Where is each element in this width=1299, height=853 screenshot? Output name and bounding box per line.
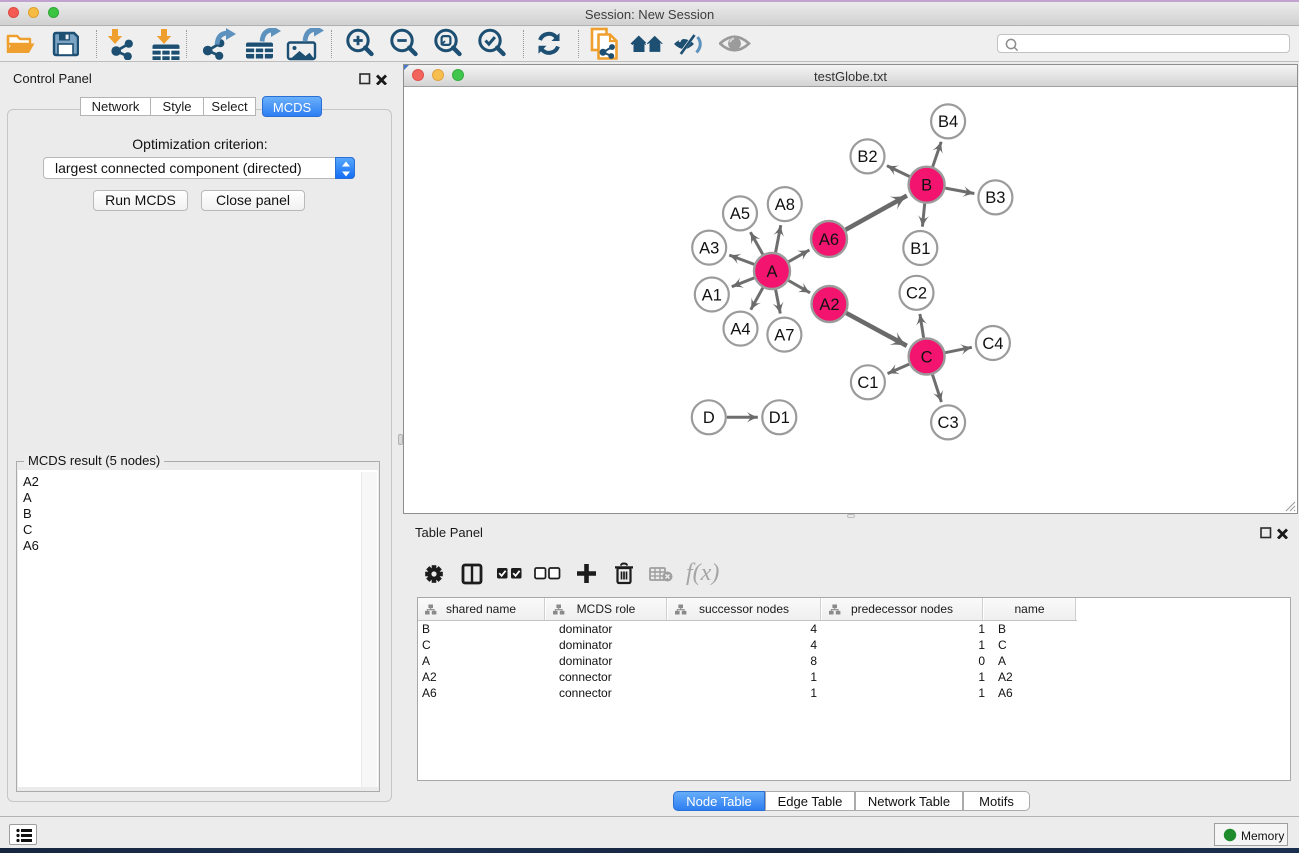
svg-text:B1: B1 xyxy=(910,240,930,258)
svg-text:A: A xyxy=(766,263,777,281)
svg-text:B4: B4 xyxy=(938,113,958,131)
svg-text:C2: C2 xyxy=(906,285,927,303)
svg-text:A2: A2 xyxy=(819,296,839,314)
svg-text:C: C xyxy=(921,348,933,366)
svg-text:B: B xyxy=(921,177,932,195)
svg-text:A4: A4 xyxy=(730,320,750,338)
svg-text:A7: A7 xyxy=(774,326,794,344)
svg-text:B3: B3 xyxy=(985,189,1005,207)
svg-text:C3: C3 xyxy=(938,414,959,432)
svg-text:A5: A5 xyxy=(730,205,750,223)
svg-text:D1: D1 xyxy=(769,409,790,427)
svg-text:A3: A3 xyxy=(699,239,719,257)
svg-text:C4: C4 xyxy=(982,335,1003,353)
svg-text:A6: A6 xyxy=(819,231,839,249)
svg-text:A8: A8 xyxy=(775,196,795,214)
svg-text:B2: B2 xyxy=(857,148,877,166)
svg-text:C1: C1 xyxy=(857,374,878,392)
svg-text:D: D xyxy=(703,409,715,427)
svg-text:A1: A1 xyxy=(702,286,722,304)
